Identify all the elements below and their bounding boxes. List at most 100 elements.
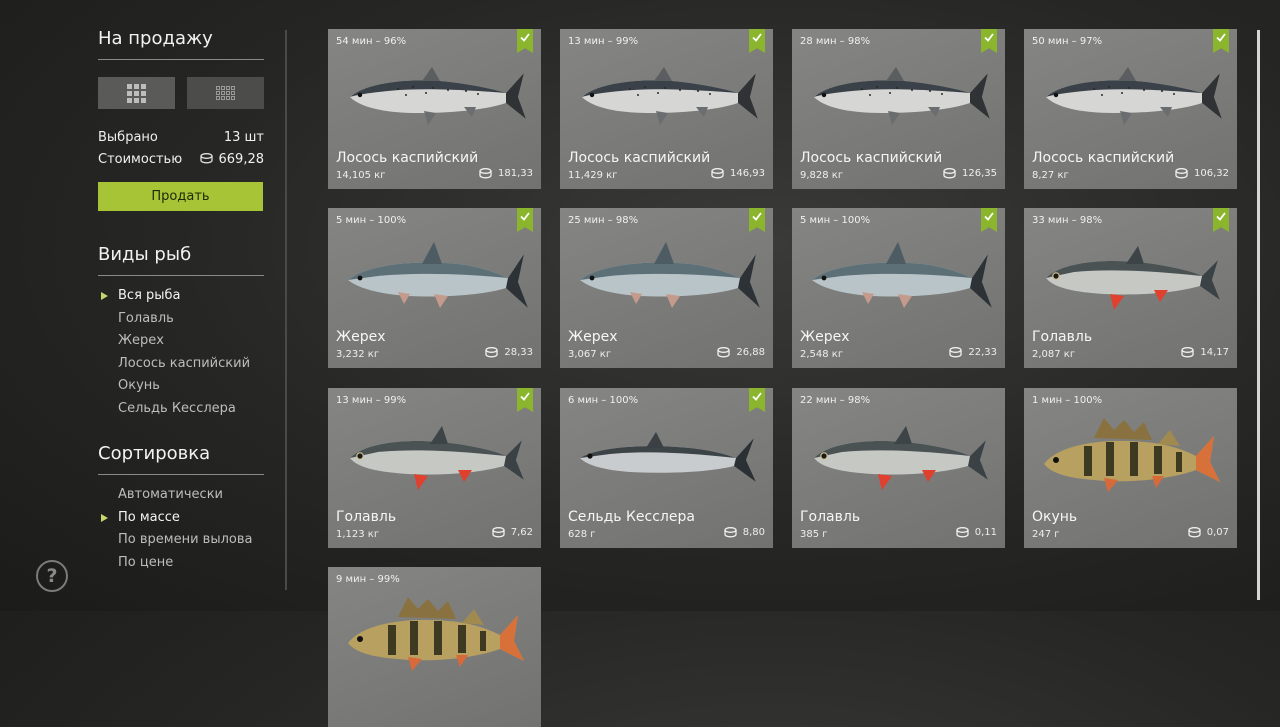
view-large-button[interactable]: [98, 77, 175, 109]
species-item[interactable]: Голавль: [98, 308, 264, 331]
catch-info: 1 мин – 100%: [1032, 395, 1103, 406]
sort-item[interactable]: По времени вылова: [98, 529, 264, 552]
check-icon[interactable]: [981, 29, 997, 53]
asp-image: [580, 242, 760, 308]
salmon-image: [1046, 67, 1222, 125]
selected-value: 13 шт: [223, 130, 264, 145]
coin-icon: [717, 347, 731, 358]
catch-info: 25 мин – 98%: [568, 215, 639, 226]
check-icon[interactable]: [749, 388, 765, 412]
fish-price: 14,17: [1181, 347, 1229, 358]
fish-name: Голавль: [1032, 329, 1093, 345]
fish-card[interactable]: 1 мин – 100% Окунь 247 г 0,07: [1024, 388, 1237, 548]
chub-image: [350, 426, 524, 490]
perch-image: [348, 597, 524, 671]
fish-card[interactable]: 22 мин – 98% Голавль 385 г 0,11: [792, 388, 1005, 548]
fish-name: Лосось каспийский: [800, 150, 943, 166]
fish-card[interactable]: 5 мин – 100% Жерех 3,232 кг 28,33: [328, 208, 541, 368]
salmon-image: [814, 67, 990, 125]
grid-small-icon: [216, 86, 235, 100]
fish-name: Жерех: [336, 329, 386, 345]
fish-card[interactable]: 50 мин – 97% Лосось каспийский 8,27 кг 1…: [1024, 29, 1237, 189]
coin-icon: [956, 527, 969, 538]
fish-weight: 385 г: [800, 529, 828, 540]
grid-large-icon: [127, 83, 146, 103]
fish-name: Лосось каспийский: [336, 150, 479, 166]
catch-info: 33 мин – 98%: [1032, 215, 1103, 226]
sort-title: Сортировка: [98, 443, 264, 475]
coin-icon: [1188, 527, 1201, 538]
chub-image: [1046, 246, 1220, 310]
salmon-image: [582, 67, 758, 125]
selected-row: Выбрано 13 шт: [98, 130, 264, 145]
coin-icon: [1175, 168, 1188, 179]
fish-card[interactable]: 9 мин – 99%: [328, 567, 541, 727]
sell-button[interactable]: Продать: [98, 182, 263, 211]
fish-price: 0,11: [956, 527, 997, 538]
sort-item[interactable]: По цене: [98, 552, 264, 575]
sort-list: Автоматически По массе По времени вылова По…: [98, 484, 264, 574]
fish-weight: 2,548 кг: [800, 349, 844, 360]
fish-card[interactable]: 25 мин – 98% Жерех 3,067 кг 26,88: [560, 208, 773, 368]
species-item[interactable]: Жерех: [98, 330, 264, 353]
fish-price: 22,33: [949, 347, 997, 358]
fish-name: Сельдь Кесслера: [568, 509, 695, 525]
species-item[interactable]: Лосось каспийский: [98, 353, 264, 376]
species-list: Вся рыба Голавль Жерех Лосось каспийский Оку…: [98, 285, 264, 420]
species-title: Виды рыб: [98, 244, 264, 276]
check-icon[interactable]: [749, 29, 765, 53]
catch-info: 5 мин – 100%: [336, 215, 407, 226]
sidebar: На продажу Выбрано 13 шт Стоимостью 669,…: [98, 0, 264, 611]
fish-card[interactable]: 54 мин – 96% Лосось каспийский 14,105 кг…: [328, 29, 541, 189]
cost-label: Стоимостью: [98, 152, 183, 167]
fish-weight: 2,087 кг: [1032, 349, 1076, 360]
check-icon[interactable]: [517, 29, 533, 53]
catch-info: 50 мин – 97%: [1032, 36, 1103, 47]
fish-weight: 8,27 кг: [1032, 170, 1069, 181]
catch-info: 13 мин – 99%: [336, 395, 407, 406]
fish-price: 0,07: [1188, 527, 1229, 538]
catch-info: 22 мин – 98%: [800, 395, 871, 406]
fish-name: Голавль: [336, 509, 397, 525]
coin-icon: [949, 347, 963, 358]
fish-name: Лосось каспийский: [1032, 150, 1175, 166]
sort-item[interactable]: Автоматически: [98, 484, 264, 507]
check-icon[interactable]: [1213, 208, 1229, 232]
scrollbar[interactable]: [1257, 30, 1260, 600]
cost-row: Стоимостью 669,28: [98, 152, 264, 167]
species-item[interactable]: Окунь: [98, 375, 264, 398]
sort-item[interactable]: По массе: [98, 507, 264, 530]
catch-info: 13 мин – 99%: [568, 36, 639, 47]
salmon-image: [350, 67, 526, 125]
coin-icon: [1181, 347, 1195, 358]
catch-info: 6 мин – 100%: [568, 395, 639, 406]
fish-price: 7,62: [492, 527, 533, 538]
fish-card[interactable]: 28 мин – 98% Лосось каспийский 9,828 кг …: [792, 29, 1005, 189]
check-icon[interactable]: [517, 208, 533, 232]
fish-price: 28,33: [485, 347, 533, 358]
fish-card[interactable]: 13 мин – 99% Лосось каспийский 11,429 кг…: [560, 29, 773, 189]
fish-price: 106,32: [1175, 168, 1229, 179]
check-icon[interactable]: [749, 208, 765, 232]
check-icon[interactable]: [517, 388, 533, 412]
panel-divider: [285, 30, 287, 590]
fish-price: 26,88: [717, 347, 765, 358]
fish-card[interactable]: 13 мин – 99% Голавль 1,123 кг 7,62: [328, 388, 541, 548]
species-item[interactable]: Сельдь Кесслера: [98, 398, 264, 421]
species-item[interactable]: Вся рыба: [98, 285, 264, 308]
herring-image: [580, 432, 756, 482]
perch-image: [1044, 418, 1220, 492]
cost-value: 669,28: [218, 152, 265, 167]
fish-card[interactable]: 5 мин – 100% Жерех 2,548 кг 22,33: [792, 208, 1005, 368]
fish-card[interactable]: 6 мин – 100% Сельдь Кесслера 628 г 8,80: [560, 388, 773, 548]
check-icon[interactable]: [1213, 29, 1229, 53]
fish-card[interactable]: 33 мин – 98% Голавль 2,087 кг 14,17: [1024, 208, 1237, 368]
catch-info: 5 мин – 100%: [800, 215, 871, 226]
help-button[interactable]: ?: [36, 560, 68, 592]
view-small-button[interactable]: [187, 77, 264, 109]
fish-weight: 9,828 кг: [800, 170, 844, 181]
selected-label: Выбрано: [98, 130, 158, 145]
check-icon[interactable]: [981, 208, 997, 232]
catch-info: 9 мин – 99%: [336, 574, 400, 585]
fish-weight: 628 г: [568, 529, 596, 540]
